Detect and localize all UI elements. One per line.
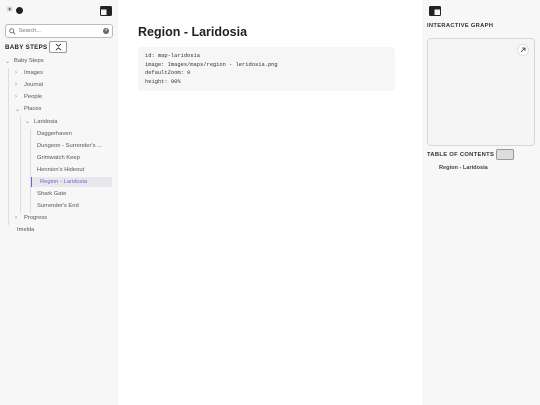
tree-folder[interactable]: › Journal	[15, 80, 113, 90]
sun-icon: ☀	[6, 5, 14, 14]
tree-item-label: Progress	[24, 215, 48, 222]
tree-item-label: Baby Steps	[14, 58, 44, 64]
code-line: height: 90%	[145, 79, 181, 86]
tree-file[interactable]: Dungeon - Surrender's ...	[37, 141, 115, 151]
moon-icon	[16, 6, 23, 14]
tree-file[interactable]: Region - Laridosia	[31, 177, 112, 187]
code-block: id: map-laridosia image: Images/maps/regi…	[138, 47, 395, 91]
tree-item-label: Places	[24, 106, 42, 113]
tree-file[interactable]: Shark Gate	[37, 189, 115, 199]
tree-folder[interactable]: ⌄ Places	[15, 104, 113, 114]
tree-folder[interactable]: › Progress	[15, 213, 113, 223]
explorer-section-header: BABY STEPS	[5, 41, 68, 53]
tree-item-label: Surrender's End	[37, 203, 79, 210]
code-line: id: map-laridosia	[145, 53, 200, 59]
clear-icon[interactable]: ×	[103, 28, 109, 34]
tree-item-label: Daggerhaven	[37, 130, 72, 137]
expand-icon	[520, 47, 526, 53]
tree-file[interactable]: Grimwatch Keep	[37, 153, 115, 163]
chevron-right-icon: ›	[15, 82, 17, 89]
section-label: BABY STEPS	[5, 43, 48, 51]
page-title: Region - Laridosia	[138, 25, 248, 39]
collapse-icon	[55, 43, 62, 51]
expand-graph-button[interactable]	[517, 44, 529, 56]
tree-item-label: Imelda	[17, 227, 35, 234]
toc-item[interactable]: Region - Laridosia	[439, 165, 488, 171]
chevron-right-icon: ›	[15, 70, 17, 77]
left-sidebar: ☀ × BABY STEPS ⌄Baby Steps›Images›Journa…	[0, 0, 118, 405]
main-content: Region - Laridosia id: map-laridosia imag…	[118, 0, 422, 405]
right-sidebar: INTERACTIVE GRAPH TABLE OF CONTENTS Regi…	[422, 0, 540, 405]
indent-guide	[30, 128, 31, 214]
toc-header: TABLE OF CONTENTS	[427, 149, 515, 160]
tree-folder[interactable]: › People	[15, 92, 113, 102]
layout-icon[interactable]	[100, 6, 112, 16]
indent-guide	[8, 68, 9, 226]
code-line: defaultZoom: 9	[145, 70, 191, 77]
collapse-all-button[interactable]	[49, 41, 68, 53]
chevron-right-icon: ›	[15, 215, 17, 222]
tree-folder[interactable]: › Images	[15, 68, 113, 78]
chevron-down-icon: ⌄	[25, 119, 31, 125]
toc-label: TABLE OF CONTENTS	[427, 151, 495, 158]
search-icon	[9, 27, 16, 35]
indent-guide	[20, 116, 21, 214]
theme-toggle[interactable]: ☀	[6, 6, 23, 14]
tree-item-label: Images	[24, 70, 44, 77]
tree-item-label: Laridosia	[34, 118, 58, 125]
tree-item-label: People	[24, 94, 43, 101]
chevron-down-icon: ⌄	[5, 58, 11, 65]
tree-item-label: Grimwatch Keep	[37, 154, 80, 161]
tree-file[interactable]: Hennion's Hideout	[37, 165, 115, 175]
tree-item-label: Region - Laridosia	[40, 179, 88, 185]
tree-item-label: Hennion's Hideout	[37, 166, 85, 173]
tree-item-label: Shark Gate	[37, 191, 67, 198]
tree-file[interactable]: Daggerhaven	[37, 129, 115, 139]
chevron-right-icon: ›	[15, 94, 17, 101]
tree-folder[interactable]: ⌄ Laridosia	[25, 117, 113, 127]
tree-file[interactable]: Surrender's End	[37, 201, 115, 211]
tree-item-label: Dungeon - Surrender's ...	[37, 142, 102, 149]
tree-item-label: Journal	[24, 82, 44, 89]
search-input[interactable]	[18, 28, 104, 34]
tree-folder[interactable]: ⌄ Baby Steps	[5, 56, 113, 66]
toc-toggle-button[interactable]	[496, 149, 515, 160]
code-line: image: Images/maps/region - leridosia.pn…	[145, 61, 278, 68]
layout-icon[interactable]	[429, 6, 441, 16]
interactive-graph[interactable]	[427, 38, 535, 146]
graph-label: INTERACTIVE GRAPH	[427, 23, 494, 29]
tree-file[interactable]: Imelda	[17, 225, 115, 235]
search-box[interactable]: ×	[5, 24, 113, 38]
chevron-down-icon: ⌄	[15, 106, 21, 113]
